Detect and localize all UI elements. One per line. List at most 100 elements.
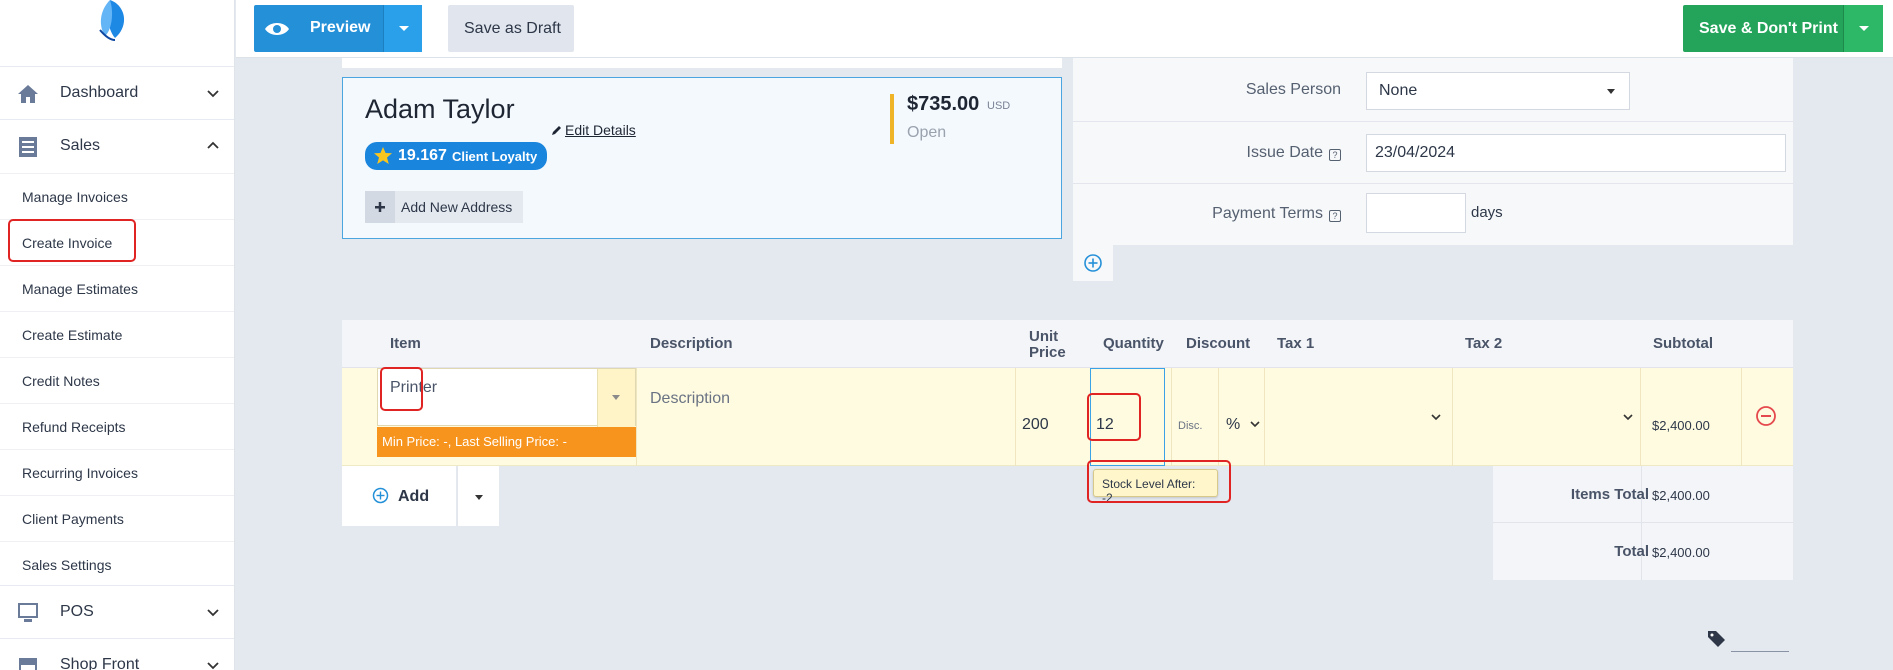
save-dont-print-button[interactable]: Save & Don't Print <box>1683 5 1883 52</box>
column-divider <box>1640 368 1641 466</box>
sidebar-item-manage-invoices[interactable]: Manage Invoices <box>0 173 234 219</box>
sidebar-item-sales-settings[interactable]: Sales Settings <box>0 541 234 587</box>
payment-terms-row: Payment Terms? days <box>1073 184 1793 245</box>
add-new-address-button[interactable]: Add New Address <box>365 191 523 223</box>
plus-icon <box>365 191 395 223</box>
items-total-value: $2,400.00 <box>1652 488 1710 503</box>
days-label: days <box>1471 204 1503 221</box>
add-item-label: Add <box>398 488 430 505</box>
star-icon <box>374 147 392 164</box>
circle-plus-icon <box>1084 254 1102 272</box>
items-total-label: Items Total <box>1570 486 1649 503</box>
add-new-address-label: Add New Address <box>401 199 513 215</box>
header-discount: Discount <box>1186 335 1251 352</box>
items-table-header: Item Description Unit Price Quantity Dis… <box>342 320 1793 368</box>
unit-price-input[interactable]: 200 <box>1022 416 1049 434</box>
totals-panel: Items Total $2,400.00 Total $2,400.00 <box>1493 466 1793 580</box>
column-divider <box>636 368 637 466</box>
sidebar-item-create-estimate[interactable]: Create Estimate <box>0 311 234 357</box>
sidebar-item-label: Manage Invoices <box>22 189 128 205</box>
sidebar-item-label: POS <box>60 603 94 620</box>
loyalty-points: 19.167 <box>398 147 447 164</box>
store-icon <box>19 658 37 670</box>
table-row: Printer Min Price: -, Last Selling Price… <box>342 368 1793 466</box>
sidebar-item-label: Recurring Invoices <box>22 465 138 481</box>
sidebar-item-label: Dashboard <box>60 84 139 101</box>
sales-person-select[interactable]: None <box>1366 72 1630 110</box>
tag-input-line[interactable] <box>1731 651 1789 652</box>
sidebar-item-label: Client Payments <box>22 511 124 527</box>
total-row: Total $2,400.00 <box>1493 523 1793 580</box>
highlight-item-field <box>380 367 423 411</box>
sidebar-item-label: Create Estimate <box>22 327 123 343</box>
row-subtotal: $2,400.00 <box>1652 418 1710 433</box>
sidebar-item-client-payments[interactable]: Client Payments <box>0 495 234 541</box>
status-accent-bar <box>890 94 894 144</box>
edit-details-link[interactable]: Edit Details <box>551 122 636 138</box>
monitor-icon <box>18 603 38 622</box>
caret-down-icon <box>1859 26 1869 31</box>
sidebar: Dashboard Sales Manage Invoices Create I… <box>0 0 235 670</box>
client-name: Adam Taylor <box>365 94 515 124</box>
sidebar-item-pos[interactable]: POS <box>0 585 234 638</box>
preview-dropdown-button[interactable] <box>383 5 422 52</box>
tag-icon[interactable] <box>1707 629 1727 647</box>
add-item-button[interactable]: Add <box>342 466 456 526</box>
header-unit-price-line1: Unit <box>1029 328 1059 345</box>
header-tax1: Tax 1 <box>1277 335 1315 352</box>
card-top-strip <box>342 58 1062 68</box>
description-input[interactable]: Description <box>650 390 730 408</box>
add-field-button[interactable] <box>1073 245 1113 281</box>
chevron-up-icon <box>207 141 219 149</box>
issue-date-input[interactable] <box>1366 134 1786 172</box>
invoice-status: Open <box>907 124 947 141</box>
header-item: Item <box>390 335 421 352</box>
highlight-quantity <box>1087 393 1141 441</box>
discount-input[interactable]: Disc. <box>1178 420 1202 432</box>
chevron-down-icon <box>207 609 219 617</box>
sales-person-row: Sales Person None <box>1073 58 1793 122</box>
issue-date-label-text: Issue Date <box>1246 144 1323 161</box>
invoice-details-form: Sales Person None Issue Date? Payment Te… <box>1073 58 1793 245</box>
caret-down-icon <box>399 26 409 31</box>
payment-terms-input[interactable] <box>1366 193 1466 233</box>
tax1-select[interactable] <box>1265 398 1452 436</box>
sidebar-item-refund-receipts[interactable]: Refund Receipts <box>0 403 234 449</box>
tax2-select[interactable] <box>1453 398 1640 436</box>
save-draft-button[interactable]: Save as Draft <box>448 5 574 52</box>
item-dropdown-toggle[interactable] <box>597 369 635 427</box>
sidebar-item-label: Shop Front <box>60 656 140 670</box>
sidebar-item-shop-front[interactable]: Shop Front <box>0 638 234 670</box>
sidebar-item-label: Sales Settings <box>22 557 112 573</box>
preview-button[interactable]: Preview <box>254 5 422 52</box>
save-dont-print-label: Save & Don't Print <box>1699 20 1838 37</box>
chevron-down-icon <box>207 662 219 670</box>
help-icon[interactable]: ? <box>1329 149 1341 161</box>
total-value: $2,400.00 <box>1652 545 1710 560</box>
payment-terms-label-text: Payment Terms <box>1212 205 1323 222</box>
sidebar-item-sales[interactable]: Sales <box>0 119 234 172</box>
discount-type-select[interactable]: % <box>1226 416 1260 434</box>
preview-label: Preview <box>310 19 371 36</box>
chevron-down-icon <box>1623 414 1633 421</box>
sidebar-item-recurring-invoices[interactable]: Recurring Invoices <box>0 449 234 495</box>
currency-code: USD <box>987 100 1011 112</box>
client-balance: $735.00 <box>907 93 980 115</box>
header-description: Description <box>650 335 733 352</box>
sidebar-item-label: Sales <box>60 137 101 154</box>
sidebar-item-manage-estimates[interactable]: Manage Estimates <box>0 265 234 311</box>
payment-terms-label: Payment Terms? <box>1212 205 1341 223</box>
add-item-dropdown-button[interactable] <box>457 466 499 526</box>
sidebar-item-label: Credit Notes <box>22 373 100 389</box>
price-hint-bar: Min Price: -, Last Selling Price: - <box>377 427 636 457</box>
sidebar-item-dashboard[interactable]: Dashboard <box>0 66 234 119</box>
column-divider <box>1741 368 1742 466</box>
sidebar-item-credit-notes[interactable]: Credit Notes <box>0 357 234 403</box>
chevron-down-icon <box>1431 414 1441 421</box>
remove-row-icon[interactable] <box>1755 405 1777 427</box>
save-dropdown-button[interactable] <box>1843 5 1883 52</box>
header-quantity: Quantity <box>1103 335 1164 352</box>
header-tax2: Tax 2 <box>1465 335 1503 352</box>
column-divider <box>1015 368 1016 466</box>
help-icon[interactable]: ? <box>1329 210 1341 222</box>
